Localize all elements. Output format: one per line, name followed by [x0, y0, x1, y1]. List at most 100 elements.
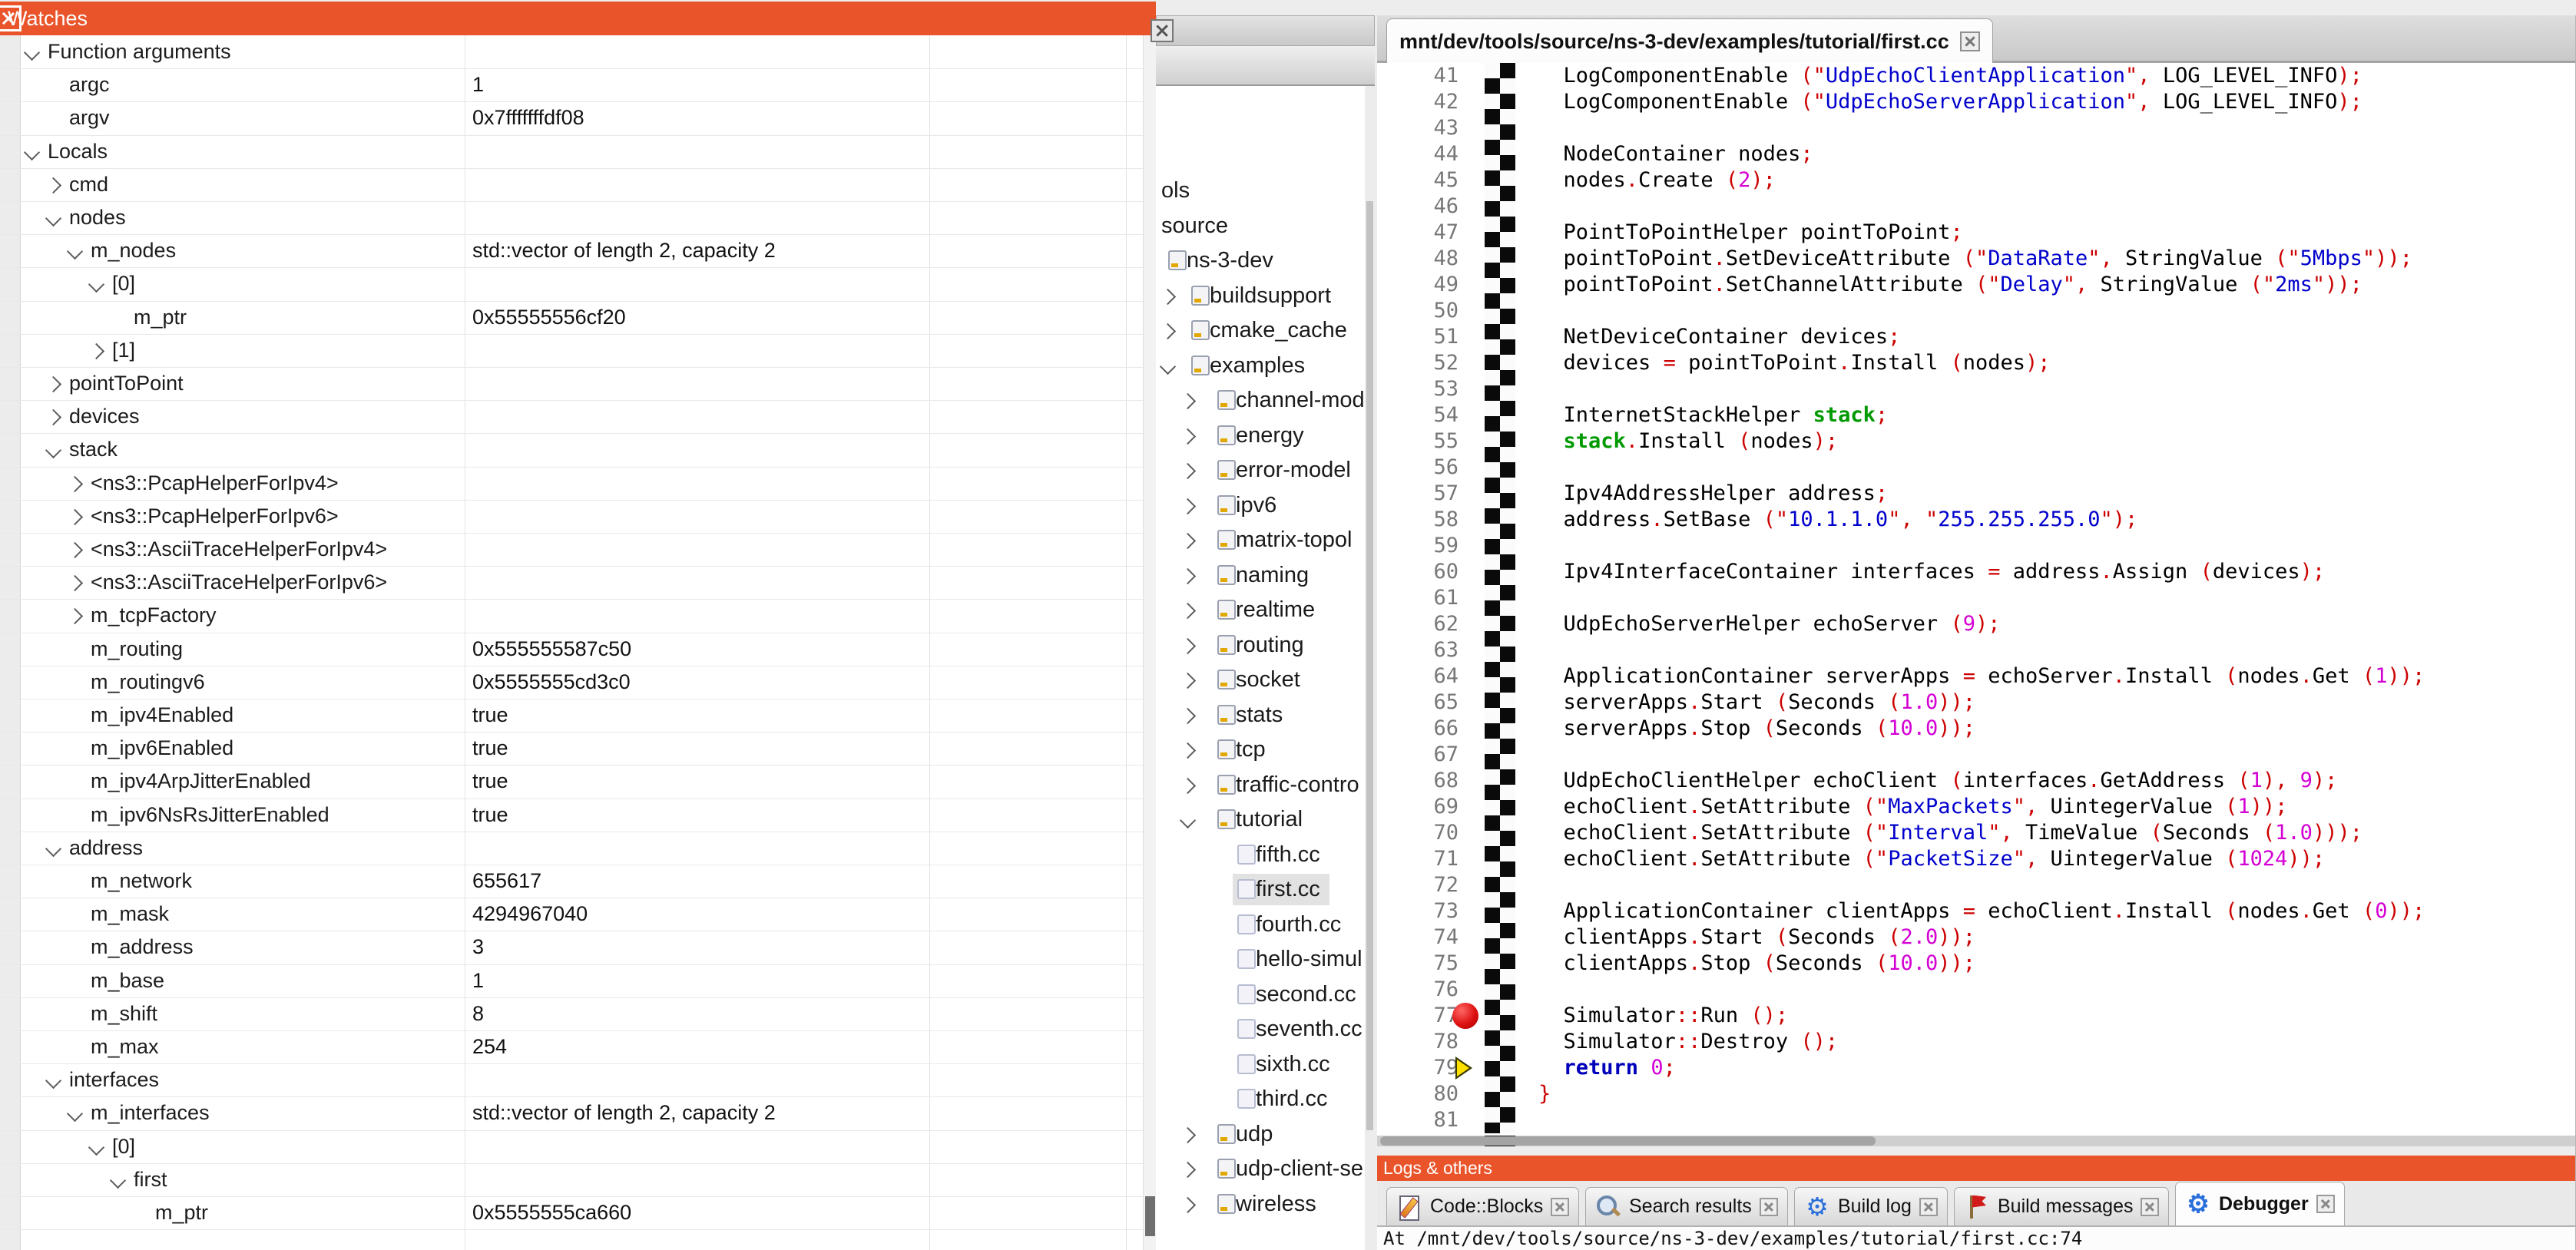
- watch-row[interactable]: m_ipv4Enabledtrue: [0, 699, 1143, 732]
- line-number[interactable]: 67: [1377, 742, 1459, 768]
- expand-arrow-icon[interactable]: [67, 509, 83, 525]
- line-number[interactable]: 81: [1377, 1107, 1459, 1133]
- line-number[interactable]: 42: [1377, 89, 1459, 115]
- editor-horizontal-scrollbar[interactable]: [1377, 1136, 2575, 1146]
- watch-row[interactable]: pointToPoint: [0, 367, 1143, 401]
- tree-vertical-scrollbar[interactable]: [1365, 86, 1375, 1250]
- watch-row[interactable]: first: [0, 1163, 1143, 1197]
- line-number[interactable]: 69: [1377, 794, 1459, 820]
- logs-tab-build-log[interactable]: ⚙Build log: [1794, 1187, 1948, 1225]
- watch-row[interactable]: m_ipv6NsRsJitterEnabledtrue: [0, 799, 1143, 832]
- watch-row[interactable]: devices: [0, 400, 1143, 434]
- expand-arrow-icon[interactable]: [67, 475, 83, 491]
- watch-row[interactable]: <ns3::AsciiTraceHelperForIpv4>: [0, 533, 1143, 567]
- expand-arrow-icon[interactable]: [1180, 1126, 1196, 1143]
- expand-arrow-icon[interactable]: [1180, 603, 1196, 619]
- tab-close-icon[interactable]: [2316, 1195, 2335, 1213]
- line-number[interactable]: 63: [1377, 637, 1459, 663]
- watch-row[interactable]: m_nodesstd::vector of length 2, capacity…: [0, 234, 1143, 268]
- line-number[interactable]: 66: [1377, 716, 1459, 742]
- line-number[interactable]: 56: [1377, 455, 1459, 481]
- line-number[interactable]: 64: [1377, 663, 1459, 689]
- tree-scrollbar-thumb[interactable]: [1366, 201, 1373, 1130]
- tree-item-ns-3-dev[interactable]: ns-3-dev: [1156, 243, 1365, 279]
- collapse-arrow-icon[interactable]: [67, 1106, 83, 1122]
- line-number[interactable]: 51: [1377, 324, 1459, 350]
- tab-close-icon[interactable]: [1551, 1198, 1569, 1216]
- tree-item-buildsupport[interactable]: buildsupport: [1156, 279, 1365, 314]
- expand-arrow-icon[interactable]: [1180, 1196, 1196, 1212]
- logs-tab-search-results[interactable]: Search results: [1585, 1187, 1788, 1225]
- watch-row[interactable]: m_ptr0x5555555ca660: [0, 1196, 1143, 1230]
- watch-row[interactable]: [1]: [0, 334, 1143, 368]
- watch-row[interactable]: m_max254: [0, 1030, 1143, 1064]
- editor-tab-first-cc[interactable]: mnt/dev/tools/source/ns-3-dev/examples/t…: [1386, 18, 1993, 64]
- line-number[interactable]: 46: [1377, 193, 1459, 220]
- line-number[interactable]: 68: [1377, 768, 1459, 794]
- watch-row[interactable]: <ns3::PcapHelperForIpv6>: [0, 500, 1143, 534]
- watch-row[interactable]: m_ipv4ArpJitterEnabledtrue: [0, 765, 1143, 799]
- tree-item-realtime[interactable]: realtime: [1156, 593, 1365, 628]
- line-number[interactable]: 45: [1377, 167, 1459, 193]
- line-number[interactable]: 48: [1377, 246, 1459, 272]
- tree-item-channel-mod[interactable]: channel-mod: [1156, 383, 1365, 418]
- collapse-arrow-icon[interactable]: [1160, 358, 1176, 374]
- tree-item-sixth-cc[interactable]: sixth.cc: [1156, 1047, 1365, 1083]
- watch-row[interactable]: argv0x7fffffffdf08: [0, 101, 1143, 135]
- tree-item-tcp[interactable]: tcp: [1156, 732, 1365, 768]
- tree-item-stats[interactable]: stats: [1156, 698, 1365, 733]
- watch-row[interactable]: [0]: [0, 1130, 1143, 1164]
- collapse-arrow-icon[interactable]: [24, 144, 40, 160]
- expand-arrow-icon[interactable]: [1180, 1162, 1196, 1178]
- line-number[interactable]: 71: [1377, 846, 1459, 872]
- watch-row[interactable]: m_ptr0x55555556cf20: [0, 301, 1143, 335]
- line-number[interactable]: 53: [1377, 376, 1459, 402]
- tree-item-routing[interactable]: routing: [1156, 628, 1365, 663]
- watch-row[interactable]: m_ipv6Enabledtrue: [0, 732, 1143, 766]
- expand-arrow-icon[interactable]: [1180, 567, 1196, 584]
- watch-row[interactable]: m_address3: [0, 931, 1143, 964]
- watch-row[interactable]: m_interfacesstd::vector of length 2, cap…: [0, 1096, 1143, 1130]
- editor-hscroll-thumb[interactable]: [1380, 1136, 1876, 1146]
- tree-item-first-cc[interactable]: first.cc: [1156, 872, 1365, 908]
- line-number[interactable]: 50: [1377, 298, 1459, 324]
- tree-item-seventh-cc[interactable]: seventh.cc: [1156, 1012, 1365, 1047]
- expand-arrow-icon[interactable]: [1160, 288, 1176, 304]
- collapse-arrow-icon[interactable]: [45, 210, 61, 227]
- tab-close-icon[interactable]: [2141, 1198, 2159, 1216]
- expand-arrow-icon[interactable]: [67, 575, 83, 591]
- expand-arrow-icon[interactable]: [1180, 498, 1196, 514]
- watch-row[interactable]: m_tcpFactory: [0, 599, 1143, 633]
- tree-item-third-cc[interactable]: third.cc: [1156, 1082, 1365, 1117]
- line-number[interactable]: 65: [1377, 689, 1459, 716]
- watch-row[interactable]: Locals: [0, 135, 1143, 169]
- tree-item-second-cc[interactable]: second.cc: [1156, 977, 1365, 1013]
- line-number[interactable]: 52: [1377, 350, 1459, 376]
- tree-item-tutorial[interactable]: tutorial: [1156, 802, 1365, 838]
- line-number[interactable]: 57: [1377, 481, 1459, 507]
- tree-item-cmake-cache[interactable]: cmake_cache: [1156, 313, 1365, 349]
- collapse-arrow-icon[interactable]: [45, 841, 61, 857]
- line-number[interactable]: 78: [1377, 1029, 1459, 1055]
- tree-item-fifth-cc[interactable]: fifth.cc: [1156, 838, 1365, 873]
- line-number[interactable]: 60: [1377, 559, 1459, 585]
- breakpoint-icon[interactable]: [1452, 1003, 1478, 1029]
- expand-arrow-icon[interactable]: [67, 608, 83, 624]
- expand-arrow-icon[interactable]: [1180, 742, 1196, 759]
- code-editor[interactable]: 41 LogComponentEnable ("UdpEchoClientApp…: [1377, 63, 2575, 1136]
- expand-arrow-icon[interactable]: [1180, 637, 1196, 653]
- expand-arrow-icon[interactable]: [1180, 777, 1196, 793]
- tree-item-examples[interactable]: examples: [1156, 349, 1365, 384]
- tree-item-ipv6[interactable]: ipv6: [1156, 488, 1365, 524]
- line-number[interactable]: 77: [1377, 1003, 1459, 1029]
- line-number[interactable]: 76: [1377, 977, 1459, 1003]
- collapse-arrow-icon[interactable]: [88, 1139, 104, 1155]
- tree-panel-close-icon[interactable]: [1151, 19, 1174, 42]
- expand-arrow-icon[interactable]: [1160, 323, 1176, 339]
- tree-item-hello-simul[interactable]: hello-simul: [1156, 942, 1365, 977]
- expand-arrow-icon[interactable]: [1180, 673, 1196, 689]
- expand-arrow-icon[interactable]: [1180, 463, 1196, 479]
- tree-item-traffic-contro[interactable]: traffic-contro: [1156, 768, 1365, 803]
- tab-close-icon[interactable]: [1919, 1198, 1938, 1216]
- watch-row[interactable]: argc1: [0, 68, 1143, 102]
